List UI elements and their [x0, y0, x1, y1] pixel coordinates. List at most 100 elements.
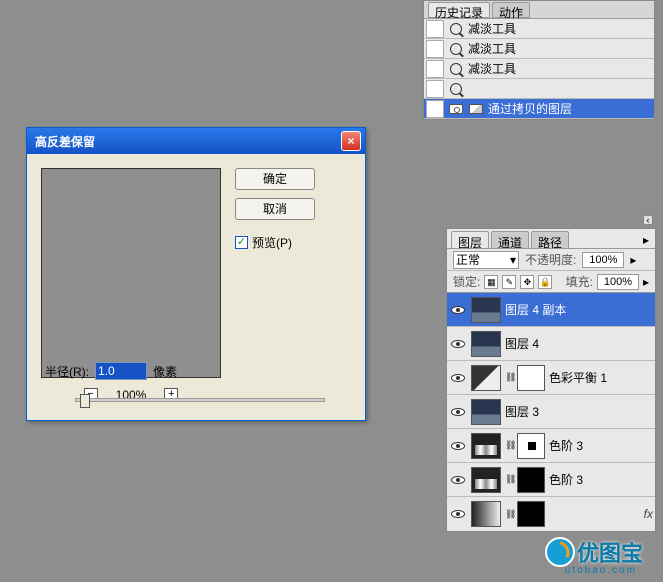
layer-row[interactable]: 图层 4 [447, 327, 655, 361]
history-cell-icon [426, 60, 444, 78]
history-item-label: 通过拷贝的图层 [488, 100, 572, 117]
brand-url: utobao.com [565, 565, 637, 576]
magnifier-icon [448, 63, 464, 75]
layer-thumbnail[interactable] [471, 331, 501, 357]
tab-actions[interactable]: 动作 [492, 2, 530, 18]
radius-input[interactable] [95, 362, 147, 380]
magnifier-icon [448, 83, 464, 95]
blend-mode-select[interactable]: 正常 ▾ [453, 251, 519, 269]
magnifier-icon [448, 43, 464, 55]
eye-icon [451, 340, 465, 348]
layer-row[interactable]: ⛓ 色阶 3 [447, 429, 655, 463]
tab-channels[interactable]: 通道 [491, 231, 529, 248]
visibility-toggle[interactable] [449, 405, 467, 419]
layer-name: 图层 4 [505, 335, 539, 352]
layer-mask-thumbnail[interactable] [517, 467, 545, 493]
lock-all-icon[interactable]: 🔒 [538, 275, 552, 289]
history-panel: 历史记录 动作 减淡工具 磨皮技巧论坛 WWW.MISSYUAN.COM 减淡工… [423, 0, 655, 120]
eye-icon [451, 374, 465, 382]
ok-button[interactable]: 确定 [235, 168, 315, 190]
eye-icon [451, 442, 465, 450]
visibility-toggle[interactable] [449, 473, 467, 487]
visibility-toggle[interactable] [449, 507, 467, 521]
chevron-right-icon[interactable]: ▸ [643, 275, 649, 289]
layer-row[interactable]: 图层 4 副本 [447, 293, 655, 327]
dialog-title: 高反差保留 [31, 133, 341, 150]
adjustment-thumbnail[interactable] [471, 365, 501, 391]
preview-checkbox-label: 预览(P) [252, 234, 292, 251]
visibility-toggle[interactable] [449, 303, 467, 317]
opacity-field[interactable]: 100% [582, 252, 624, 268]
visibility-toggle[interactable] [449, 337, 467, 351]
layer-name: 图层 4 副本 [505, 301, 566, 318]
history-item-label: 减淡工具 [468, 60, 516, 77]
layer-mask-thumbnail[interactable] [517, 365, 545, 391]
layer-thumbnail[interactable] [471, 297, 501, 323]
eye-icon [451, 306, 465, 314]
preview-checkbox[interactable]: ✓ [235, 236, 248, 249]
visibility-toggle[interactable] [449, 439, 467, 453]
tab-history[interactable]: 历史记录 [428, 2, 490, 18]
eye-icon [451, 510, 465, 518]
link-icon: ⛓ [505, 474, 513, 485]
brand-logo-icon [545, 537, 575, 567]
panel-menu-icon[interactable]: ▸ [641, 231, 651, 248]
fill-label: 填充: [566, 273, 593, 290]
tab-paths[interactable]: 路径 [531, 231, 569, 248]
layer-name: 色阶 3 [549, 471, 583, 488]
history-item-label: 减淡工具 [468, 40, 516, 57]
layer-thumbnail[interactable] [471, 501, 501, 527]
new-layer-icon [468, 104, 484, 114]
history-cell-icon [426, 40, 444, 58]
tab-layers[interactable]: 图层 [451, 231, 489, 248]
blend-mode-value: 正常 [456, 251, 480, 268]
history-cell-icon [426, 80, 444, 98]
layers-panel: ‹ 图层 通道 路径 ▸ 正常 ▾ 不透明度: 100% ▸ 锁定: ▦ ✎ ✥… [446, 228, 656, 532]
camera-icon [448, 104, 464, 114]
link-icon: ⛓ [505, 440, 513, 451]
history-item[interactable]: 减淡工具 [424, 39, 654, 59]
levels-thumbnail[interactable] [471, 467, 501, 493]
history-cell-icon [426, 100, 444, 118]
high-pass-dialog: 高反差保留 × − 100% + 确定 取消 ✓ 预览(P) 半径(R): 像素 [26, 127, 366, 421]
layer-mask-thumbnail[interactable] [517, 433, 545, 459]
radius-slider[interactable] [75, 398, 325, 402]
layer-row[interactable]: 图层 3 [447, 395, 655, 429]
link-icon: ⛓ [505, 509, 513, 520]
eye-icon [451, 408, 465, 416]
fill-field[interactable]: 100% [597, 274, 639, 290]
slider-thumb[interactable] [80, 394, 90, 408]
radius-unit: 像素 [153, 363, 177, 380]
layer-name: 色阶 3 [549, 437, 583, 454]
history-item-selected[interactable]: 通过拷贝的图层 [424, 99, 654, 119]
panel-collapse-icon[interactable]: ‹ [643, 215, 653, 225]
lock-brush-icon[interactable]: ✎ [502, 275, 516, 289]
history-item[interactable]: 减淡工具 磨皮技巧论坛 WWW.MISSYUAN.COM [424, 19, 654, 39]
layer-row[interactable]: ⛓ 色阶 3 [447, 463, 655, 497]
chevron-right-icon[interactable]: ▸ [630, 253, 636, 267]
history-item[interactable]: 通过拷贝的图层 [424, 79, 654, 99]
history-item-label: 减淡工具 [468, 20, 516, 37]
magnifier-icon [448, 23, 464, 35]
layer-mask-thumbnail[interactable] [517, 501, 545, 527]
preview-area[interactable] [41, 168, 221, 378]
history-item[interactable]: 减淡工具 [424, 59, 654, 79]
layer-row[interactable]: ⛓ fx [447, 497, 655, 531]
chevron-down-icon: ▾ [510, 253, 516, 267]
eye-icon [451, 476, 465, 484]
layer-thumbnail[interactable] [471, 399, 501, 425]
cancel-button[interactable]: 取消 [235, 198, 315, 220]
lock-move-icon[interactable]: ✥ [520, 275, 534, 289]
brand-name: 优图宝 [577, 536, 643, 568]
visibility-toggle[interactable] [449, 371, 467, 385]
radius-label: 半径(R): [45, 363, 89, 380]
layer-row[interactable]: ⛓ 色彩平衡 1 [447, 361, 655, 395]
levels-thumbnail[interactable] [471, 433, 501, 459]
lock-transparency-icon[interactable]: ▦ [484, 275, 498, 289]
dialog-titlebar[interactable]: 高反差保留 × [27, 128, 365, 154]
close-icon[interactable]: × [341, 131, 361, 151]
opacity-label: 不透明度: [525, 251, 576, 268]
history-cell-icon [426, 20, 444, 38]
fx-label: fx [644, 507, 653, 521]
link-icon: ⛓ [505, 372, 513, 383]
